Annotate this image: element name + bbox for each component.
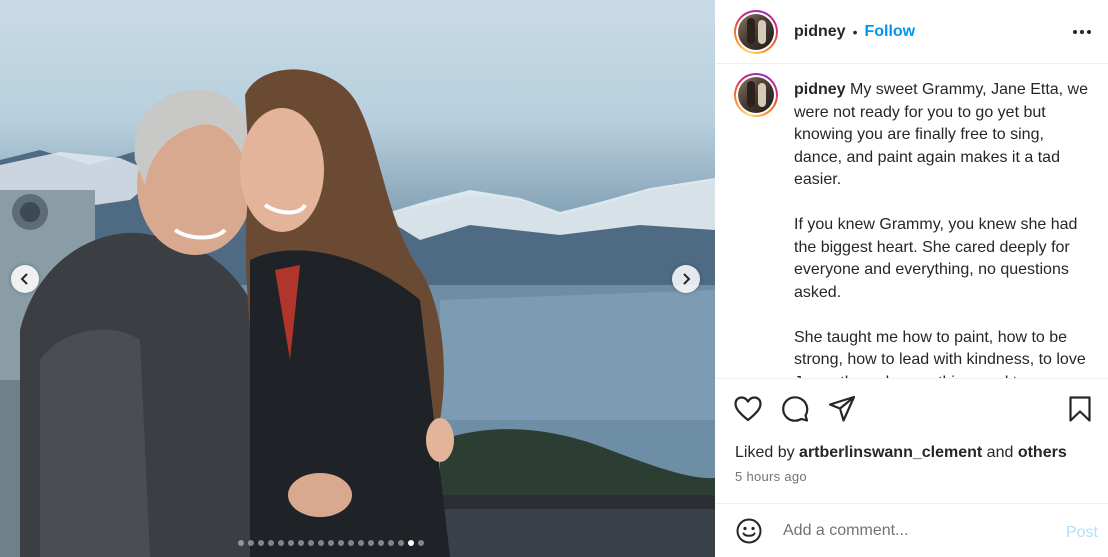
action-bar: [733, 394, 1093, 424]
carousel-dot: [238, 540, 244, 546]
post-comment-button[interactable]: Post: [1066, 524, 1098, 542]
carousel-dot: [418, 540, 424, 546]
save-button[interactable]: [1065, 394, 1095, 424]
share-button[interactable]: [827, 394, 857, 424]
caption-paragraph: If you knew Grammy, you knew she had the…: [794, 216, 1078, 301]
header-separator: •: [852, 23, 858, 40]
carousel-dot: [268, 540, 274, 546]
likes-prefix: Liked by: [735, 444, 795, 461]
carousel-dot: [248, 540, 254, 546]
liked-by-user-link[interactable]: artberlinswann_clement: [799, 444, 982, 461]
likes-summary: Liked by artberlinswann_clement and othe…: [735, 444, 1067, 462]
comment-button[interactable]: [780, 394, 810, 424]
more-options-button[interactable]: [1070, 20, 1094, 44]
post-photo: [0, 69, 715, 557]
carousel-dot: [378, 540, 384, 546]
likes-conjunction: and: [986, 444, 1014, 461]
share-icon: [828, 395, 856, 422]
comment-input[interactable]: [783, 521, 1033, 540]
emoji-icon: [736, 518, 762, 543]
follow-button[interactable]: Follow: [864, 23, 915, 41]
carousel-dot: [368, 540, 374, 546]
comment-icon: [782, 396, 809, 422]
emoji-button[interactable]: [735, 517, 763, 545]
carousel-next-button[interactable]: [672, 265, 700, 293]
comment-bar: Post: [715, 503, 1108, 557]
caption-text: pidney My sweet Grammy, Jane Etta, we we…: [794, 73, 1094, 378]
carousel-prev-button[interactable]: [11, 265, 39, 293]
carousel-dot: [308, 540, 314, 546]
bookmark-icon: [1069, 396, 1091, 422]
carousel-dot: [278, 540, 284, 546]
divider: [715, 378, 1108, 379]
more-options-icon: [1073, 30, 1091, 34]
post-sidebar: pidney • Follow pidney My sweet Grammy, …: [715, 0, 1108, 557]
post-timestamp[interactable]: 5 hours ago: [735, 469, 807, 484]
header-username[interactable]: pidney: [794, 23, 846, 41]
carousel-dot: [328, 540, 334, 546]
carousel-dots: [238, 540, 424, 546]
carousel-dot: [258, 540, 264, 546]
chevron-right-icon: [683, 273, 691, 285]
carousel-dot: [288, 540, 294, 546]
likes-others-link[interactable]: others: [1018, 444, 1067, 461]
heart-icon: [734, 396, 762, 422]
caption-avatar[interactable]: [734, 73, 778, 117]
caption-paragraph: She taught me how to paint, how to be st…: [794, 328, 1086, 379]
carousel-dot: [348, 540, 354, 546]
chevron-left-icon: [20, 273, 28, 285]
post-header: pidney • Follow: [715, 0, 1108, 64]
caption-username[interactable]: pidney: [794, 81, 846, 98]
carousel-dot: [358, 540, 364, 546]
like-button[interactable]: [733, 394, 763, 424]
carousel-dot: [398, 540, 404, 546]
avatar[interactable]: [734, 9, 778, 54]
carousel-dot: [408, 540, 414, 546]
caption-area: pidney My sweet Grammy, Jane Etta, we we…: [715, 65, 1108, 378]
carousel-dot: [338, 540, 344, 546]
carousel-dot: [318, 540, 324, 546]
post-media[interactable]: [0, 0, 715, 557]
carousel-dot: [298, 540, 304, 546]
carousel-dot: [388, 540, 394, 546]
